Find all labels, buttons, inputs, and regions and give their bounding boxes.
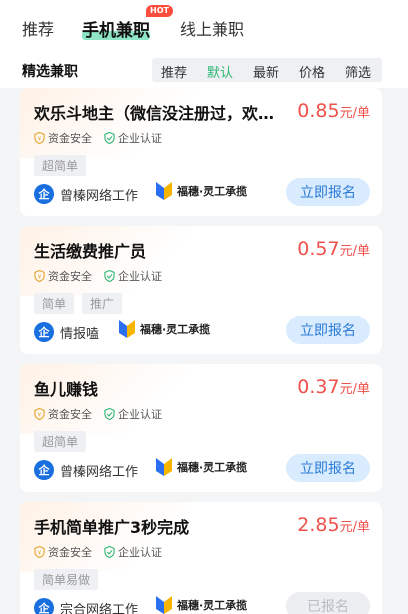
job-tag: 推广 xyxy=(82,293,123,314)
job-badges: ¥ 资金安全 企业认证 xyxy=(34,268,174,284)
job-title: 手机简单推广3秒完成 xyxy=(34,518,190,537)
verified-shield-icon xyxy=(104,546,115,558)
job-card[interactable]: 欢乐斗地主（微信没注册过，欢乐斗地主） 0.85元/单 ¥资金安全 企业认证 超… xyxy=(20,88,382,216)
tab-online-parttime[interactable]: 线上兼职 xyxy=(180,16,244,40)
svg-text:¥: ¥ xyxy=(38,274,42,280)
job-badges: ¥ 资金安全 企业认证 xyxy=(34,130,174,146)
sort-price[interactable]: 价格 xyxy=(299,62,325,81)
verified-shield-icon xyxy=(104,408,115,420)
job-card[interactable]: 手机简单推广3秒完成 2.85元/单 ¥ 资金安全 企业认证 简单易做 企宗合网络… xyxy=(20,502,382,614)
job-tags: 简单 推广 xyxy=(34,293,130,314)
job-title: 生活缴费推广员 xyxy=(34,242,147,261)
section-title: 精选兼职 xyxy=(22,64,78,80)
job-card[interactable]: 生活缴费推广员 0.57元/单 ¥ 资金安全 企业认证 简单 推广 企情报嗑 福穗·… xyxy=(20,226,382,354)
tab-mobile-parttime-label: 手机兼职 xyxy=(82,21,150,41)
job-card[interactable]: 鱼儿赚钱 0.37元/单 ¥ 资金安全 企业认证 超简单 企曾榛网络工作 福穗·灵… xyxy=(20,364,382,492)
enterprise-icon: 企 xyxy=(34,184,54,204)
job-badges: ¥ 资金安全 企业认证 xyxy=(34,544,174,560)
job-tag: 超简单 xyxy=(34,155,87,176)
enterprise-icon: 企 xyxy=(34,322,54,342)
tab-recommend[interactable]: 推荐 xyxy=(22,16,54,40)
tab-mobile-parttime[interactable]: 手机兼职 xyxy=(82,16,150,41)
apply-button[interactable]: 立即报名 xyxy=(286,316,370,344)
verified-shield-icon xyxy=(104,132,115,144)
enterprise-icon: 企 xyxy=(34,598,54,614)
job-price: 2.85元/单 xyxy=(297,514,370,536)
sort-recommend[interactable]: 推荐 xyxy=(161,62,187,81)
company: 企宗合网络工作 xyxy=(34,598,138,614)
verified-shield-icon xyxy=(104,270,115,282)
shield-icon: ¥ xyxy=(34,132,45,144)
job-price: 0.85元/单 xyxy=(297,100,370,122)
job-badges: ¥ 资金安全 企业认证 xyxy=(34,406,174,422)
job-price: 0.57元/单 xyxy=(297,238,370,260)
apply-button[interactable]: 立即报名 xyxy=(286,454,370,482)
company: 企情报嗑 xyxy=(34,322,99,342)
svg-text:¥: ¥ xyxy=(38,412,42,418)
company: 企曾榛网络工作 xyxy=(34,460,138,480)
hot-badge: HOT xyxy=(146,5,173,17)
svg-text:¥: ¥ xyxy=(38,550,42,556)
fusui-logo-icon xyxy=(156,596,172,614)
job-title: 鱼儿赚钱 xyxy=(34,380,99,399)
partner: 福穗·灵工承揽 xyxy=(155,457,247,477)
applied-button: 已报名 xyxy=(286,592,370,614)
job-tag: 简单 xyxy=(34,293,75,314)
job-price: 0.37元/单 xyxy=(297,376,370,398)
job-tag: 超简单 xyxy=(34,431,87,452)
partner: 福穗·灵工承揽 xyxy=(118,319,210,339)
fusui-logo-icon xyxy=(156,458,172,476)
shield-icon: ¥ xyxy=(34,270,45,282)
shield-icon: ¥ xyxy=(34,546,45,558)
company: 企曾榛网络工作 xyxy=(34,184,138,204)
enterprise-icon: 企 xyxy=(34,460,54,480)
sort-filter[interactable]: 筛选 xyxy=(345,62,371,81)
filter-row: 精选兼职 推荐 默认 最新 价格 筛选 xyxy=(0,52,408,88)
sort-default[interactable]: 默认 xyxy=(207,62,233,81)
job-tags: 简单易做 xyxy=(34,569,106,590)
sort-latest[interactable]: 最新 xyxy=(253,62,279,81)
job-tag: 简单易做 xyxy=(34,569,99,590)
apply-button[interactable]: 立即报名 xyxy=(286,178,370,206)
fusui-logo-icon xyxy=(156,182,172,200)
sort-bar: 推荐 默认 最新 价格 筛选 xyxy=(152,58,382,82)
job-title: 欢乐斗地主（微信没注册过，欢乐斗地主） xyxy=(34,104,289,123)
partner: 福穗·灵工承揽 xyxy=(155,181,247,201)
svg-text:¥: ¥ xyxy=(38,136,42,142)
partner: 福穗·灵工承揽 xyxy=(155,595,247,614)
shield-icon: ¥ xyxy=(34,408,45,420)
fusui-logo-icon xyxy=(119,320,135,338)
job-tags: 超简单 xyxy=(34,155,94,176)
top-tab-bar: 推荐 手机兼职 HOT 线上兼职 xyxy=(0,0,408,52)
job-tags: 超简单 xyxy=(34,431,94,452)
